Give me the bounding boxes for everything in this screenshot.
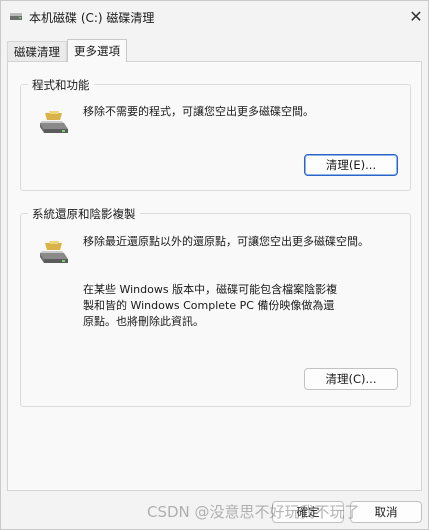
drive-icon	[40, 111, 68, 133]
disk-cleanup-window: 本机磁碟 (C:) 磁碟清理 ✕ 磁碟清理 更多選項 程式和功能 移除不需要的程…	[0, 0, 429, 530]
close-icon[interactable]: ✕	[405, 5, 427, 27]
tab-disk-cleanup[interactable]: 磁碟清理	[7, 41, 67, 62]
programs-group: 程式和功能 移除不需要的程式，可讓您空出更多磁碟空間。 清理(E)...	[20, 77, 411, 191]
drive-icon	[40, 241, 68, 263]
tab-more-options[interactable]: 更多選項	[67, 39, 127, 62]
window-title: 本机磁碟 (C:) 磁碟清理	[29, 11, 155, 25]
tab-panel: 程式和功能 移除不需要的程式，可讓您空出更多磁碟空間。 清理(E)... 系統還…	[7, 61, 422, 491]
watermark: CSDN @没意思不好玩我不玩了	[147, 503, 360, 521]
programs-description: 移除不需要的程式，可讓您空出更多磁碟空間。	[83, 105, 314, 118]
programs-cleanup-button[interactable]: 清理(E)...	[304, 154, 398, 176]
group-title: 系統還原和陰影複製	[28, 206, 140, 222]
restore-cleanup-button[interactable]: 清理(C)...	[304, 368, 398, 390]
tab-strip: 磁碟清理 更多選項	[7, 39, 127, 62]
system-restore-group: 系統還原和陰影複製 移除最近還原點以外的還原點，可讓您空出更多磁碟空間。 在某些…	[20, 206, 411, 407]
title-bar: 本机磁碟 (C:) 磁碟清理 ✕	[1, 1, 428, 31]
restore-note: 在某些 Windows 版本中，磁碟可能包含檔案陰影複製和皆的 Windows …	[83, 283, 338, 328]
restore-description: 移除最近還原點以外的還原點，可讓您空出更多磁碟空間。	[83, 235, 369, 248]
group-title: 程式和功能	[28, 77, 94, 93]
cancel-button[interactable]: 取消	[350, 501, 422, 523]
drive-icon	[10, 13, 22, 20]
